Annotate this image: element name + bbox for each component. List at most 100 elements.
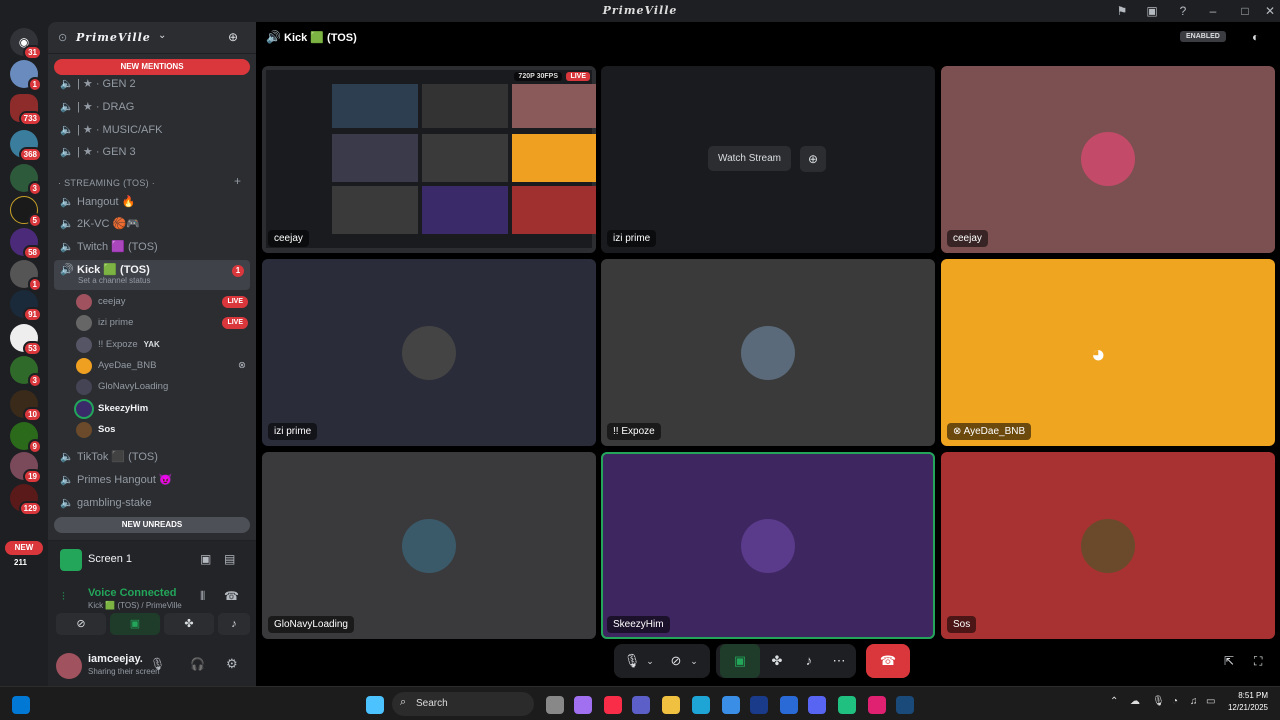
edge-icon[interactable] (692, 696, 710, 714)
voice-channel[interactable]: 🔈 gambling-stake (54, 493, 250, 513)
voice-channel[interactable]: 🔈 | ★ · MUSIC/AFK (54, 120, 250, 140)
server-icon[interactable]: 1 (10, 60, 42, 92)
server-icon[interactable]: 53 (10, 324, 42, 356)
disconnect-icon[interactable]: ☎ (224, 589, 239, 603)
soundboard-button[interactable]: ♪ (218, 613, 250, 635)
participant-tile-speaking[interactable]: SkeezyHim (601, 452, 935, 639)
server-icon[interactable]: 129 (10, 484, 42, 516)
network-icon[interactable]: ☁ (1130, 696, 1140, 707)
server-home[interactable]: ◉ 31 (10, 28, 42, 60)
server-icon[interactable]: 1 (10, 260, 42, 292)
voice-channel[interactable]: 🔈 2K-VC 🏀🎮 (54, 214, 250, 234)
search-box[interactable]: ⌕ Search (392, 692, 534, 716)
avatar[interactable] (56, 653, 82, 679)
inbox-icon[interactable]: ◐ (1252, 30, 1259, 44)
voice-channel-active[interactable]: 🔊 Kick 🟩 (TOS) 1 Set a channel status (54, 260, 250, 290)
file-explorer-icon[interactable] (662, 696, 680, 714)
voice-member[interactable]: GloNavyLoading (76, 377, 254, 397)
voice-member[interactable]: izi prime LIVE (76, 313, 254, 333)
noise-suppression-icon[interactable]: ⦀ (200, 589, 205, 604)
participant-tile[interactable]: !! Expoze (601, 259, 935, 446)
camera-toggle-button[interactable]: ⊘ (56, 613, 106, 635)
activities-icon[interactable]: ✤ (766, 644, 788, 678)
more-options-icon[interactable]: ⋯ (828, 644, 850, 678)
add-member-icon[interactable]: ⊕ (228, 30, 238, 44)
task-view-icon[interactable] (546, 696, 564, 714)
chevron-down-icon[interactable]: ⌄ (644, 644, 656, 678)
stop-stream-icon[interactable]: ▣ (200, 552, 211, 566)
enabled-badge[interactable]: ENABLED (1180, 31, 1226, 42)
popout-stream-icon[interactable]: ⊕ (800, 146, 826, 172)
voice-channel[interactable]: 🔈 TikTok ⬛ (TOS) (54, 447, 250, 467)
fullscreen-icon[interactable]: ⛶ (1254, 654, 1262, 669)
server-icon[interactable]: 9 (10, 422, 42, 454)
server-icon[interactable]: 19 (10, 452, 42, 484)
voice-member[interactable]: AyeDae_BNB ⊗ (76, 356, 254, 376)
signal-icon[interactable]: ⫶ (62, 591, 65, 604)
server-icon[interactable]: 10 (10, 390, 42, 422)
chevron-down-icon[interactable]: ⌄ (688, 644, 700, 678)
screen-share-icon[interactable]: ▣ (1144, 3, 1160, 19)
discord-icon[interactable] (808, 696, 826, 714)
voice-channel[interactable]: 🔈 Twitch 🟪 (TOS) (54, 237, 250, 257)
participant-tile[interactable]: ceejay (941, 66, 1275, 253)
server-icon[interactable]: 3 (10, 164, 42, 196)
watch-stream-button[interactable]: Watch Stream (708, 146, 791, 171)
microphone-icon[interactable]: 🎙 (1152, 696, 1165, 707)
store-icon[interactable] (722, 696, 740, 714)
teams-icon[interactable] (632, 696, 650, 714)
server-icon[interactable]: 368 (10, 130, 42, 162)
voice-member[interactable]: Sos (76, 420, 254, 440)
server-icon[interactable]: 5 (10, 196, 42, 228)
microphone-icon[interactable]: 🎙 (622, 644, 642, 678)
help-icon[interactable]: ? (1175, 3, 1191, 19)
voice-channel[interactable]: 🔈 | ★ · GEN 3 (54, 142, 250, 162)
guild-header[interactable]: ⊙ PrimeVille ⌄ ⊕ (48, 22, 256, 54)
app-icon[interactable] (780, 696, 798, 714)
add-channel-icon[interactable]: + (234, 174, 241, 188)
inbox-icon[interactable]: ⚑ (1114, 3, 1130, 19)
copilot-icon[interactable] (574, 696, 592, 714)
app-icon[interactable] (868, 696, 886, 714)
soundboard-icon[interactable]: ♪ (798, 644, 820, 678)
participant-tile[interactable]: GloNavyLoading (262, 452, 596, 639)
participant-tile[interactable]: izi prime (262, 259, 596, 446)
music-icon[interactable] (604, 696, 622, 714)
microphone-icon[interactable]: 🎙 (150, 657, 165, 671)
voice-channel[interactable]: 🔈 | ★ · DRAG (54, 97, 250, 117)
app-l-icon[interactable] (750, 696, 768, 714)
voice-channel-name[interactable]: Kick 🟩 (TOS) / PrimeVille (88, 601, 182, 610)
voice-channel[interactable]: 🔈 Hangout 🔥 (54, 192, 250, 212)
voice-member[interactable]: SkeezyHim (76, 399, 254, 419)
popout-icon[interactable]: ⇱ (1224, 654, 1234, 668)
screen-share-button[interactable]: ▣ (110, 613, 160, 635)
battery-icon[interactable]: ▭ (1206, 696, 1215, 707)
stream-tile[interactable]: Watch Stream ⊕ izi prime (601, 66, 935, 253)
participant-tile[interactable]: Sos (941, 452, 1275, 639)
new-mentions-pill[interactable]: NEW MENTIONS (54, 59, 250, 75)
server-icon[interactable]: 58 (10, 228, 42, 260)
chevron-up-icon[interactable]: ⌃ (1110, 696, 1118, 707)
username[interactable]: iamceejay. (88, 653, 143, 665)
close-icon[interactable]: ✕ (1262, 3, 1278, 19)
server-icon[interactable]: 733 (10, 94, 42, 126)
app-icon[interactable] (838, 696, 856, 714)
participant-tile[interactable]: ◕ ⊗ AyeDae_BNB (941, 259, 1275, 446)
start-icon[interactable] (366, 696, 384, 714)
minimize-icon[interactable]: – (1205, 3, 1221, 19)
new-servers-pill[interactable]: NEW (5, 541, 43, 555)
steam-icon[interactable] (896, 696, 914, 714)
gear-icon[interactable]: ⚙ (226, 656, 238, 672)
activities-button[interactable]: ✤ (164, 613, 214, 635)
voice-channel[interactable]: 🔈 Primes Hangout 😈 (54, 470, 250, 490)
server-icon[interactable]: 91 (10, 290, 42, 322)
voice-status[interactable]: Voice Connected (88, 587, 176, 599)
stream-tile[interactable]: 720P 30FPS LIVE ceejay (262, 66, 596, 253)
new-unreads-pill[interactable]: NEW UNREADS (54, 517, 250, 533)
volume-icon[interactable]: ♫ (1190, 696, 1198, 707)
screen-share-icon[interactable]: ▣ (720, 644, 760, 678)
channel-status[interactable]: Set a channel status (78, 274, 151, 288)
disconnect-button[interactable]: ☎ (866, 644, 910, 678)
voice-channel[interactable]: 🔈 | ★ · GEN 2 (54, 74, 250, 94)
headphones-icon[interactable]: 🎧 (190, 657, 205, 671)
